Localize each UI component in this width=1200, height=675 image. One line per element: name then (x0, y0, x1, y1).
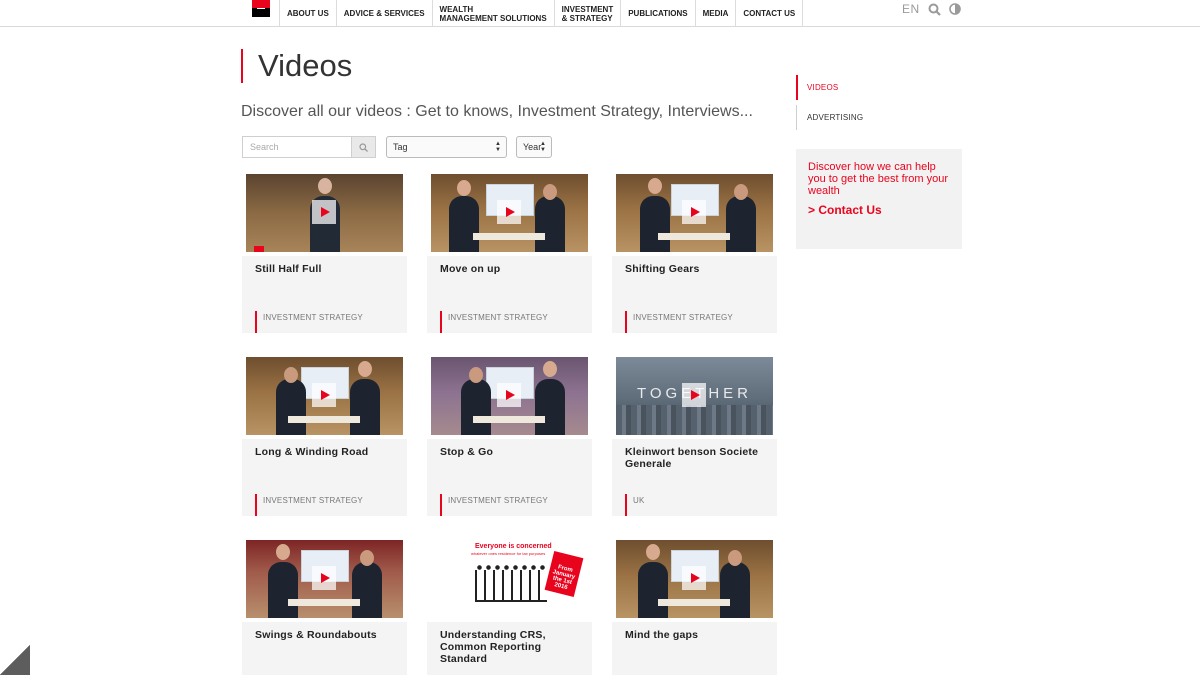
video-thumbnail-subtext: whatever ones residence for tax purposes (471, 551, 546, 556)
video-thumbnail[interactable] (612, 170, 777, 256)
video-category: INVESTMENT STRATEGY (255, 494, 363, 516)
contact-promo-box: Discover how we can help you to get the … (796, 149, 962, 249)
play-icon[interactable] (497, 383, 521, 407)
nav-item-advice-services[interactable]: ADVICE & SERVICES (337, 0, 433, 27)
video-title[interactable]: Still Half Full (255, 263, 397, 275)
video-title[interactable]: Long & Winding Road (255, 446, 397, 458)
video-title[interactable]: Understanding CRS, Common Reporting Stan… (440, 629, 582, 665)
video-card[interactable]: Mind the gaps (612, 536, 777, 675)
video-thumbnail[interactable] (612, 536, 777, 622)
video-title[interactable]: Swings & Roundabouts (255, 629, 397, 641)
contrast-icon[interactable] (948, 3, 961, 15)
video-title[interactable]: Stop & Go (440, 446, 582, 458)
language-switch[interactable]: EN (902, 2, 920, 16)
play-icon[interactable] (497, 200, 521, 224)
nav-item-media[interactable]: MEDIA (696, 0, 737, 27)
page-subtitle: Discover all our videos : Get to knows, … (241, 103, 753, 120)
video-thumbnail[interactable]: Everyone is concerned whatever ones resi… (427, 536, 592, 622)
nav-item-investment-strategy[interactable]: INVESTMENT & STRATEGY (555, 0, 622, 27)
tag-select-value: Tag (393, 142, 408, 152)
video-thumbnail[interactable] (242, 536, 407, 622)
logo-red-band (252, 0, 270, 8)
play-icon[interactable] (682, 566, 706, 590)
year-select[interactable]: Year ▲ ▼ (516, 136, 552, 158)
video-category: INVESTMENT STRATEGY (440, 311, 548, 333)
promo-text: Discover how we can help you to get the … (808, 161, 949, 197)
video-title[interactable]: Move on up (440, 263, 582, 275)
settings-corner-tab[interactable] (0, 645, 30, 675)
logo-white-line (257, 8, 265, 9)
video-card[interactable]: TOGETHER Kleinwort benson Societe Genera… (612, 353, 777, 516)
play-icon[interactable] (682, 200, 706, 224)
video-thumbnail[interactable] (242, 170, 407, 256)
search-box (242, 136, 376, 158)
page-title: Videos (258, 48, 353, 83)
search-icon[interactable] (928, 3, 941, 16)
societe-generale-logo[interactable] (252, 0, 270, 17)
video-category: INVESTMENT STRATEGY (440, 494, 548, 516)
year-select-value: Year (523, 142, 542, 152)
video-thumbnail[interactable] (427, 170, 592, 256)
video-thumbnail[interactable] (427, 353, 592, 439)
video-thumbnail[interactable] (242, 353, 407, 439)
video-card[interactable]: Everyone is concerned whatever ones resi… (427, 536, 592, 675)
header-tools: EN (902, 0, 961, 18)
people-illustration (475, 570, 547, 602)
select-arrows-icon: ▲ ▼ (540, 141, 546, 153)
page-title-block: Videos (241, 49, 352, 83)
search-button[interactable] (351, 137, 375, 157)
sidebar-item-videos[interactable]: VIDEOS (796, 75, 838, 100)
select-arrows-icon: ▲ ▼ (495, 141, 501, 153)
nav-item-contact-us[interactable]: CONTACT US (736, 0, 804, 27)
video-card[interactable]: Stop & Go INVESTMENT STRATEGY (427, 353, 592, 516)
top-navigation-bar: ABOUT US ADVICE & SERVICES WEALTH MANAGE… (0, 0, 1200, 27)
video-title[interactable]: Shifting Gears (625, 263, 767, 275)
search-icon (359, 142, 368, 152)
video-card[interactable]: Swings & Roundabouts (242, 536, 407, 675)
search-input[interactable] (243, 137, 351, 157)
video-card[interactable]: Long & Winding Road INVESTMENT STRATEGY (242, 353, 407, 516)
nav-item-about-us[interactable]: ABOUT US (279, 0, 337, 27)
video-card[interactable]: Shifting Gears INVESTMENT STRATEGY (612, 170, 777, 333)
main-nav: ABOUT US ADVICE & SERVICES WEALTH MANAGE… (279, 0, 804, 27)
play-icon[interactable] (312, 566, 336, 590)
video-thumbnail-text: Everyone is concerned (475, 543, 552, 550)
play-icon[interactable] (682, 383, 706, 407)
nav-item-wealth-management[interactable]: WEALTH MANAGEMENT SOLUTIONS (433, 0, 555, 27)
video-card[interactable]: Move on up INVESTMENT STRATEGY (427, 170, 592, 333)
sidebar-item-advertising[interactable]: ADVERTISING (796, 105, 863, 130)
video-card[interactable]: Still Half Full INVESTMENT STRATEGY (242, 170, 407, 333)
play-icon[interactable] (312, 200, 336, 224)
contact-us-link[interactable]: > Contact Us (808, 203, 950, 217)
video-title[interactable]: Mind the gaps (625, 629, 767, 641)
nav-item-publications[interactable]: PUBLICATIONS (621, 0, 696, 27)
video-title[interactable]: Kleinwort benson Societe Generale (625, 446, 767, 470)
video-category: UK (625, 494, 645, 516)
play-icon[interactable] (312, 383, 336, 407)
video-category: INVESTMENT STRATEGY (255, 311, 363, 333)
tag-select[interactable]: Tag ▲ ▼ (386, 136, 507, 158)
video-category: INVESTMENT STRATEGY (625, 311, 733, 333)
video-thumbnail[interactable]: TOGETHER (612, 353, 777, 439)
